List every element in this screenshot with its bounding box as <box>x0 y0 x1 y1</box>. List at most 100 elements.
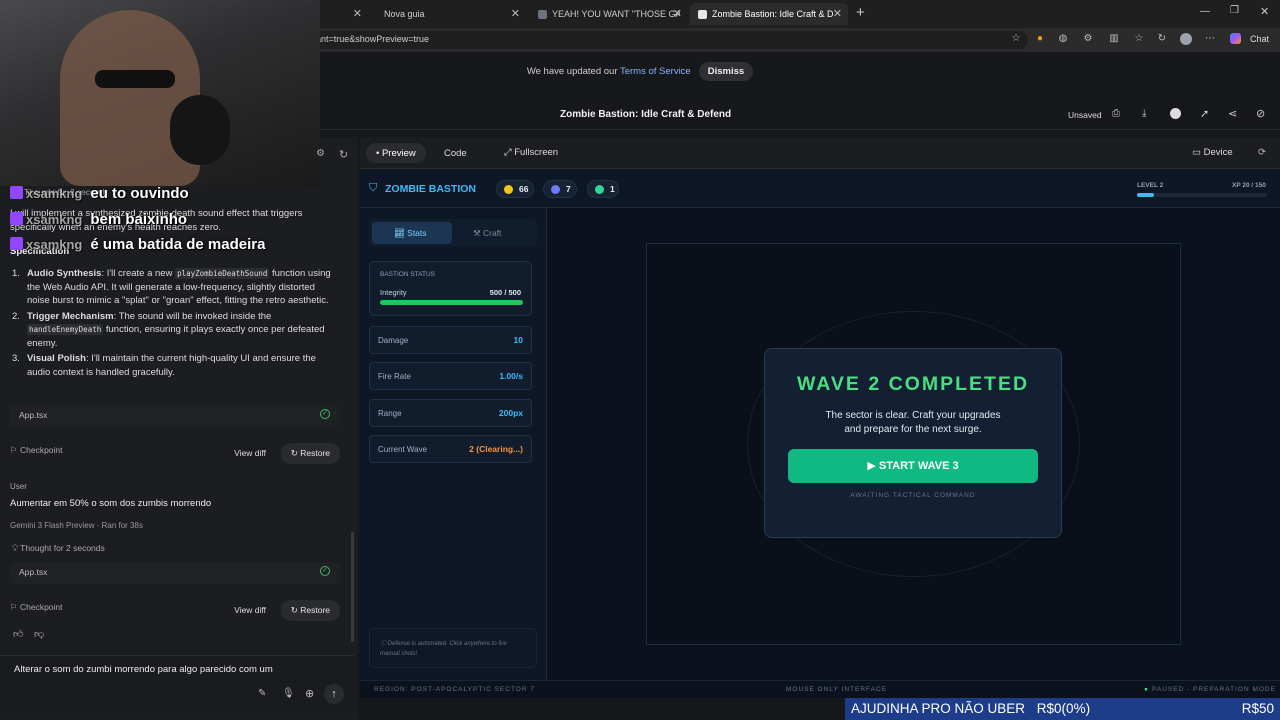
modal-text: The sector is clear. Craft your upgrades <box>825 410 1001 421</box>
stat-label: Current Wave <box>378 445 428 454</box>
gear-icon <box>551 185 560 194</box>
chart-icon: 📈︎ <box>394 228 408 238</box>
extension-icon[interactable]: ◍ <box>1057 33 1069 45</box>
extension-icon[interactable]: ● <box>1034 33 1046 45</box>
info-icon: ⓘ <box>380 641 388 647</box>
send-button[interactable]: ↑ <box>324 684 344 704</box>
close-icon[interactable]: ✕ <box>673 7 682 20</box>
site-icon <box>538 9 547 19</box>
scrollbar[interactable] <box>351 532 354 642</box>
coin-icon <box>504 185 513 194</box>
item-text: : I'll create a new <box>101 268 176 279</box>
stat-value: 1.00/s <box>499 371 523 381</box>
favorites-icon[interactable]: ☆ <box>1133 33 1145 45</box>
settings-icon[interactable]: ⚙ <box>316 148 325 159</box>
goal-progress: R$0(0%) <box>1036 701 1091 716</box>
tab-label: Zombie Bastion: Idle Craft & D | G <box>712 9 834 19</box>
tab-label: Stats <box>407 228 427 238</box>
check-icon: ✓ <box>320 409 330 419</box>
new-tab-icon[interactable]: + <box>856 4 865 21</box>
thumbs-up-icon[interactable]: 👍︎ <box>13 628 23 640</box>
status-heading: BASTION STATUS <box>380 271 436 278</box>
extension-icon[interactable]: ⚙ <box>1082 33 1094 45</box>
dismiss-button[interactable]: Dismiss <box>698 62 754 81</box>
integrity-label: Integrity <box>380 288 407 297</box>
tab-label: Preview <box>381 148 416 159</box>
thought-row[interactable]: 💡︎ Thought for 2 seconds <box>12 543 105 554</box>
prompt-box: Alterar o som do zumbi morrendo para alg… <box>0 655 354 713</box>
tab-preview[interactable]: • Preview <box>366 143 426 163</box>
restore-button[interactable]: ↻ Restore <box>280 600 340 621</box>
inline-code: handleEnemyDeath <box>27 324 104 335</box>
checkpoint-icon: ⚐ <box>10 445 20 455</box>
restore-label: Restore <box>300 448 330 458</box>
modal-subtext: AWAITING TACTICAL COMMAND <box>850 492 976 499</box>
minimize-icon[interactable]: — <box>1200 6 1210 17</box>
bell-icon <box>595 185 604 194</box>
stat-range: Range 200px <box>369 399 532 427</box>
model-name: Gemini 3 Flash Preview <box>10 521 95 530</box>
browser-tab[interactable]: YEAH! YOU WANT "THOSE GAMES"✕ <box>530 3 688 25</box>
file-name: App.tsx <box>19 567 48 577</box>
url-field[interactable]: ant=true&showPreview=true <box>300 31 1028 49</box>
tab-fullscreen[interactable]: ⤢ Fullscreen <box>504 147 558 158</box>
checkpoint-label: Checkpoint <box>19 445 63 455</box>
avatar[interactable] <box>1180 33 1192 45</box>
browser-tab[interactable]: Nova guia ✕ <box>376 3 526 25</box>
spec-list: 1. Audio Synthesis: I'll create a new pla… <box>12 267 332 379</box>
start-wave-button[interactable]: ▶ START WAVE 3 <box>788 449 1038 483</box>
gold-counter: 66 <box>496 180 534 198</box>
view-diff-button[interactable]: View diff <box>234 605 266 615</box>
thumbs-down-icon[interactable]: 👎︎ <box>34 628 44 640</box>
device-button[interactable]: ▭ Device <box>1192 147 1233 158</box>
list-item: 2. Trigger Mechanism: The sound will be i… <box>12 310 325 349</box>
share-icon[interactable]: ⋖ <box>1228 107 1237 120</box>
status-indicator-icon: ● <box>1144 686 1149 693</box>
checkpoint-label: Checkpoint <box>19 602 63 612</box>
browser-tab-active[interactable]: Zombie Bastion: Idle Craft & D | G✕ <box>690 3 848 25</box>
shield-icon: ⛉ <box>369 182 378 194</box>
sidebar-tabs: 📈︎ Stats ⚒ Craft <box>369 219 537 247</box>
close-icon[interactable]: ✕ <box>511 7 520 20</box>
github-icon[interactable] <box>1170 108 1181 119</box>
history-icon[interactable]: ↻ <box>1156 33 1168 45</box>
close-window-icon[interactable]: ✕ <box>1260 5 1269 18</box>
checkpoint-icon: ⚐ <box>10 602 20 612</box>
copilot-icon[interactable] <box>1230 33 1241 44</box>
more-icon[interactable]: ⋯ <box>1204 33 1216 45</box>
bastion-status-card: BASTION STATUS Integrity 500 / 500 <box>369 261 532 316</box>
xp-label: XP 20 / 150 <box>1232 182 1266 189</box>
terms-link[interactable]: Terms of Service <box>620 66 691 77</box>
deploy-icon[interactable]: ➚ <box>1200 107 1209 120</box>
maximize-icon[interactable]: ❐ <box>1230 5 1239 16</box>
microphone-icon[interactable]: 🎙︎ <box>282 688 295 699</box>
browser-tab[interactable]: ✕ <box>322 3 368 25</box>
run-time: Ran for 38s <box>101 521 143 530</box>
rotate-icon[interactable]: ⟳ <box>1258 147 1266 158</box>
magic-wand-icon[interactable]: ✎ <box>258 688 266 699</box>
refresh-icon[interactable]: ↻ <box>339 148 348 161</box>
stat-value: 10 <box>513 335 523 345</box>
prompt-input[interactable]: Alterar o som do zumbi morrendo para alg… <box>14 664 273 675</box>
close-icon[interactable]: ✕ <box>353 7 362 20</box>
file-chip[interactable]: App.tsx ✓ <box>10 405 340 427</box>
save-icon[interactable]: ⎙ <box>1112 108 1120 119</box>
hide-icon[interactable]: ⊘ <box>1256 107 1265 120</box>
hint-text: Defense is automated. Click anywhere to … <box>380 641 507 657</box>
close-icon[interactable]: ✕ <box>833 7 842 20</box>
button-label: START WAVE 3 <box>878 460 959 472</box>
stat-value: 200px <box>498 408 523 418</box>
tab-label: YEAH! YOU WANT "THOSE GAMES" <box>552 9 680 19</box>
split-screen-icon[interactable]: ▥ <box>1108 33 1120 45</box>
tab-craft[interactable]: ⚒ Craft <box>473 228 501 239</box>
file-chip[interactable]: App.tsx ✓ <box>10 562 340 584</box>
view-diff-button[interactable]: View diff <box>234 448 266 458</box>
tab-code[interactable]: Code <box>444 148 467 159</box>
restore-button[interactable]: ↻ Restore <box>280 443 340 464</box>
star-icon[interactable]: ☆ <box>1010 33 1022 45</box>
download-icon[interactable]: ⤓ <box>1142 108 1146 119</box>
chat-button[interactable]: Chat <box>1250 34 1269 44</box>
add-icon[interactable]: ⊕ <box>305 687 314 700</box>
tab-stats[interactable]: 📈︎ Stats <box>372 222 452 244</box>
microphone-image <box>170 95 230 165</box>
